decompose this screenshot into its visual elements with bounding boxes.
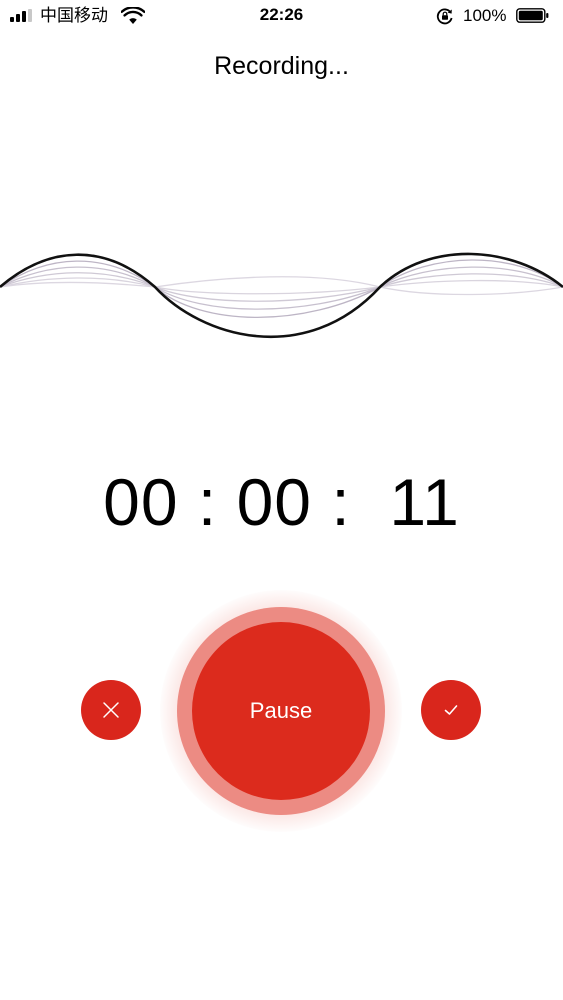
pause-button[interactable]: Pause (192, 622, 370, 800)
waveform-line-faint-1 (0, 277, 563, 295)
checkmark-icon (444, 705, 458, 715)
battery-percent: 100% (463, 6, 507, 25)
cancel-button[interactable] (81, 680, 141, 740)
status-bar: 中国移动 22:26 100% (0, 0, 563, 32)
close-icon (103, 702, 119, 718)
waveform-line-faint-5 (0, 276, 563, 296)
elapsed-timer: 00 : 00 : 11 (103, 465, 460, 539)
pause-button-label: Pause (249, 698, 313, 723)
waveform-line-main (0, 252, 563, 338)
done-button[interactable] (421, 680, 481, 740)
page-title: Recording... (214, 51, 349, 80)
battery-icon (516, 8, 549, 23)
rotation-lock-icon (436, 8, 453, 25)
waveform-visualizer (0, 252, 563, 338)
